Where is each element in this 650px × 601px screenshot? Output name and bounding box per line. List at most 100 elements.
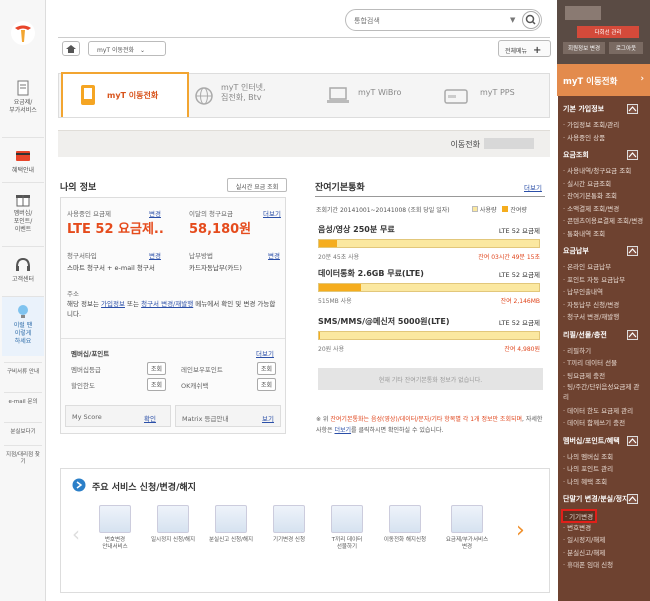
service-number-change[interactable]: 번호변경 안내서비스 xyxy=(88,505,142,551)
join-info-link[interactable]: 가입정보 xyxy=(101,300,125,308)
bill-more-link[interactable]: 더보기 xyxy=(263,208,281,218)
phone-icon xyxy=(81,85,95,105)
service-device-change[interactable]: 기기변경 신청 xyxy=(262,505,316,544)
my-score-link[interactable]: 확인 xyxy=(144,413,156,423)
side-menu-item[interactable]: · 데이터 함께쓰기 충전 xyxy=(563,417,625,427)
t-logo-icon[interactable] xyxy=(10,20,36,46)
side-menu-item[interactable]: · 팅요금제 충전 xyxy=(563,370,605,380)
membership-more-link[interactable]: 더보기 xyxy=(256,348,274,358)
home-button[interactable] xyxy=(62,41,80,56)
grade-lookup-button[interactable]: 조회 xyxy=(147,362,167,375)
collapse-toggle-icon[interactable] xyxy=(627,435,638,446)
nav-plan-service[interactable]: 요금제/ 부가서비스 xyxy=(2,80,44,115)
search-box: ▼ xyxy=(345,9,542,31)
service-plan-change[interactable]: 요금제/부가서비스 변경 xyxy=(440,505,494,551)
addr-note-2: 또는 xyxy=(127,300,140,308)
side-menu-item[interactable]: · 자동납부 신청/변경 xyxy=(563,299,619,309)
side-menu-item[interactable]: · 통화내역 조회 xyxy=(563,228,605,238)
side-menu-item[interactable]: · 사용중인 상품 xyxy=(563,132,605,142)
remaining-more-link[interactable]: 더보기 xyxy=(524,182,542,192)
ok-lookup-button[interactable]: 조회 xyxy=(257,378,277,391)
side-menu-item[interactable]: · 청구서 변경/재발행 xyxy=(563,311,619,321)
tab-mobile[interactable]: myT 이동전화 xyxy=(61,72,189,117)
link-store-finder[interactable]: 지점/대리점 찾기 xyxy=(4,445,42,466)
search-input[interactable] xyxy=(354,14,504,27)
link-lost[interactable]: 분실보다기 xyxy=(4,422,42,436)
tab-internet[interactable]: myT 인터넷, 집전화, Btv xyxy=(189,74,314,117)
side-section-heading[interactable]: 멤버십/포인트/혜택 xyxy=(563,436,620,446)
bill-label: 이달의 청구요금 xyxy=(189,210,233,218)
link-documents[interactable]: 구비서류 안내 xyxy=(4,362,42,376)
side-menu-item[interactable]: · 포인트 자동 요금납부 xyxy=(563,274,625,284)
side-section-heading[interactable]: 단말기 변경/분실/정지 xyxy=(563,494,629,504)
remaining-plan: LTE 52 요금제 xyxy=(498,227,540,235)
bill-change-link[interactable]: 청구서 변경/재발행 xyxy=(141,300,193,308)
masked-phone-number[interactable] xyxy=(484,138,534,149)
pay-label: 납부방법 xyxy=(189,252,213,260)
member-info-button[interactable]: 회원정보 변경 xyxy=(563,42,605,54)
logout-button[interactable]: 로그아웃 xyxy=(609,42,643,54)
side-section-heading[interactable]: 요금조회 xyxy=(563,150,589,160)
service-suspend[interactable]: 일시정지 신청/해지 xyxy=(146,505,200,544)
no-other-remaining: 현재 기타 잔여기본통화 정보가 없습니다. xyxy=(318,368,543,390)
side-menu-item[interactable]: · 나의 포인트 관리 xyxy=(563,463,613,473)
legend-used-swatch xyxy=(472,206,478,212)
link-email[interactable]: e-mail 문의 xyxy=(4,392,42,406)
side-menu-item[interactable]: · 잔여기본통화 조회 xyxy=(563,190,617,200)
chevron-down-icon[interactable]: ▼ xyxy=(510,16,515,24)
nav-label: 이럴 땐 이렇게 하세요 xyxy=(13,322,33,345)
nav-label: 혜택안내 xyxy=(11,167,35,174)
service-lost-report[interactable]: 분실신고 신청/해지 xyxy=(204,505,258,544)
all-menu-button[interactable]: 전체메뉴 + xyxy=(498,40,551,57)
remaining-title: 데이터통화 2.6GB 무료(LTE) xyxy=(318,269,424,278)
matrix-link[interactable]: 보기 xyxy=(262,413,274,423)
side-menu-item[interactable]: · 번호변경 xyxy=(563,522,591,532)
side-menu-item[interactable]: · 휴대폰 임대 신청 xyxy=(563,559,613,569)
note-more-link[interactable]: 더보기 xyxy=(334,427,351,434)
breadcrumb[interactable]: myT 이동전화 ⌄ xyxy=(88,41,166,56)
multi-line-button[interactable]: 다회선 관리 xyxy=(577,26,639,38)
side-menu-item[interactable]: · 콘텐츠이용료결제 조회/변경 xyxy=(563,215,643,225)
side-menu-item[interactable]: · 온라인 요금납부 xyxy=(563,261,611,271)
side-section-heading[interactable]: 기본 가입정보 xyxy=(563,104,604,114)
side-menu-item[interactable]: · 사용내역/청구요금 조회 xyxy=(563,165,631,175)
search-button[interactable] xyxy=(522,11,540,29)
tab-pps[interactable]: myT PPS xyxy=(432,74,550,117)
nav-how-to[interactable]: 이럴 땐 이렇게 하세요 xyxy=(2,296,44,356)
side-menu-title[interactable]: myT 이동전화 › xyxy=(557,64,650,96)
side-menu-item[interactable]: · 나의 혜택 조회 xyxy=(563,476,607,486)
side-menu-item[interactable]: · 분실신고/해제 xyxy=(563,547,605,557)
side-menu-item[interactable]: · T끼리 데이터 선물 xyxy=(563,357,617,367)
side-menu-item[interactable]: · 나의 멤버십 조회 xyxy=(563,451,613,461)
side-menu-item[interactable]: · 납부인출내역 xyxy=(563,286,603,296)
pay-change-link[interactable]: 변경 xyxy=(268,250,280,260)
side-menu-item[interactable]: · 소액결제 조회/변경 xyxy=(563,203,619,213)
side-section-heading[interactable]: 리필/선물/충전 xyxy=(563,330,607,340)
discount-lookup-button[interactable]: 조회 xyxy=(147,378,167,391)
collapse-toggle-icon[interactable] xyxy=(627,246,638,256)
service-cancel[interactable]: 이동전화 해지신청 xyxy=(378,505,432,544)
collapse-toggle-icon[interactable] xyxy=(627,104,638,114)
side-section-heading[interactable]: 요금납부 xyxy=(563,246,589,256)
realtime-fee-button[interactable]: 실시간 요금 조회 xyxy=(227,178,287,192)
rainbow-lookup-button[interactable]: 조회 xyxy=(257,362,277,375)
side-menu-item[interactable]: · 실시간 요금조회 xyxy=(563,178,611,188)
side-menu-item[interactable]: · 리필하기 xyxy=(563,345,591,355)
side-menu-item[interactable]: · 가입정보 조회/관리 xyxy=(563,119,619,129)
nav-label: 멤버십/ 포인트/ 이벤트 xyxy=(13,210,33,233)
service-data-gift[interactable]: T끼리 데이터 선물하기 xyxy=(320,505,374,551)
tab-wibro[interactable]: myT WiBro xyxy=(314,74,432,117)
next-arrow-icon[interactable]: › xyxy=(516,518,525,543)
collapse-toggle-icon[interactable] xyxy=(627,494,638,504)
collapse-toggle-icon[interactable] xyxy=(627,150,638,160)
nav-benefits[interactable]: 혜택안내 xyxy=(2,137,44,175)
collapse-toggle-icon[interactable] xyxy=(627,329,638,340)
nav-membership[interactable]: 멤버십/ 포인트/ 이벤트 xyxy=(2,182,44,234)
side-menu-item[interactable]: · 팅/주간/단위음성요금제 관리 xyxy=(563,382,645,402)
side-menu-item[interactable]: · 일시정지/해제 xyxy=(563,534,605,544)
billtype-change-link[interactable]: 변경 xyxy=(149,250,161,260)
side-menu-item[interactable]: · 데이터 한도 요금제 관리 xyxy=(563,405,633,415)
plan-change-link[interactable]: 변경 xyxy=(149,208,161,218)
prev-arrow-icon[interactable]: ‹ xyxy=(72,522,80,546)
nav-customer-center[interactable]: 고객센터 xyxy=(2,246,44,284)
